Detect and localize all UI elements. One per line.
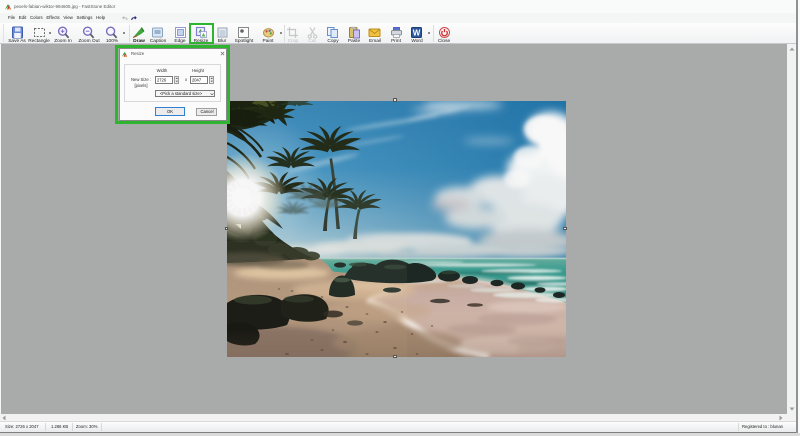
- svg-text:W: W: [413, 29, 421, 38]
